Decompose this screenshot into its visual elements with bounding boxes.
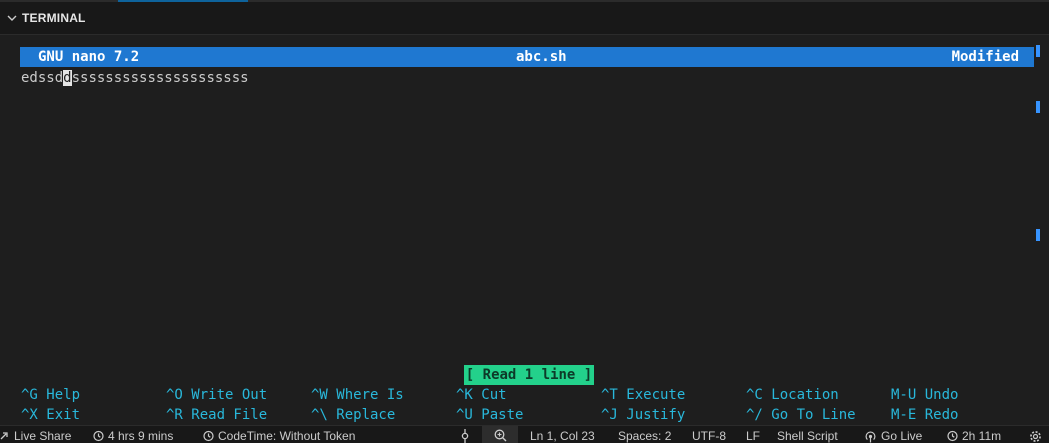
encoding[interactable]: UTF-8 [692, 428, 726, 443]
nano-version: GNU nano 7.2 [38, 49, 140, 65]
shortcut-exit: ^X Exit [21, 407, 81, 423]
settings-item[interactable] [1029, 428, 1046, 443]
line-text-before-cursor: edssd [21, 70, 64, 86]
text-cursor: d [63, 70, 72, 86]
live-share-icon [0, 432, 8, 440]
indentation[interactable]: Spaces: 2 [618, 428, 671, 443]
shortcut-go-to-line: ^/ Go To Line [746, 407, 856, 423]
nano-modified-status: Modified [951, 49, 1019, 65]
shortcut-replace: ^\ Replace [311, 407, 396, 423]
shortcut-where-is: ^W Where Is [311, 387, 404, 403]
shortcut-location: ^C Location [746, 387, 839, 403]
codetime-item[interactable]: CodeTime: Without Token [202, 428, 355, 443]
zoom-button[interactable] [482, 426, 518, 443]
scroll-marker [1036, 229, 1040, 241]
end-of-line[interactable]: LF [746, 428, 760, 443]
panel-title: TERMINAL [22, 11, 86, 25]
shortcut-help: ^G Help [21, 387, 81, 403]
status-bar: Live Share 4 hrs 9 mins CodeTime: Withou… [0, 425, 1049, 443]
session-time-label: 2h 11m [962, 429, 1002, 443]
git-commit-item[interactable] [459, 428, 475, 443]
zoom-in-icon [494, 429, 506, 441]
nano-filename: abc.sh [516, 49, 567, 65]
editor-line[interactable]: edssddsssssssssssssssssssss [21, 69, 249, 87]
history-icon [93, 430, 104, 442]
terminal-area[interactable]: GNU nano 7.2 abc.sh Modified edssddsssss… [0, 35, 1049, 425]
shortcut-undo: M-U Undo [891, 387, 959, 403]
go-live-item[interactable]: Go Live [864, 428, 922, 443]
broadcast-icon [865, 430, 876, 442]
shortcut-justify: ^J Justify [601, 407, 686, 423]
live-share-item[interactable]: Live Share [0, 428, 71, 443]
nano-title-bar: GNU nano 7.2 abc.sh Modified [20, 47, 1034, 67]
git-commit-icon [461, 429, 469, 443]
nano-status-message: [ Read 1 line ] [464, 365, 594, 385]
chevron-down-icon[interactable] [6, 12, 18, 24]
shortcut-cut: ^K Cut [456, 387, 507, 403]
hours-label: 4 hrs 9 mins [108, 429, 174, 443]
line-text-after-cursor: sssssssssssssssssssss [71, 70, 249, 86]
terminal-scrollbar[interactable] [1036, 35, 1040, 425]
shortcut-write-out: ^O Write Out [166, 387, 268, 403]
session-time-item[interactable]: 2h 11m [946, 428, 1001, 443]
shortcut-paste: ^U Paste [456, 407, 524, 423]
history-icon [203, 430, 214, 442]
shortcut-redo: M-E Redo [891, 407, 959, 423]
time-tracker-item[interactable]: 4 hrs 9 mins [92, 428, 173, 443]
scroll-marker [1036, 101, 1040, 113]
codetime-label: CodeTime: Without Token [218, 429, 356, 443]
scroll-marker [1036, 45, 1040, 57]
shortcut-execute: ^T Execute [601, 387, 686, 403]
terminal-panel-header[interactable]: TERMINAL [0, 2, 1049, 35]
go-live-label: Go Live [881, 429, 923, 443]
shortcut-read-file: ^R Read File [166, 407, 268, 423]
language-mode[interactable]: Shell Script [777, 428, 838, 443]
live-share-label: Live Share [14, 429, 72, 443]
cursor-position[interactable]: Ln 1, Col 23 [530, 428, 595, 443]
gear-icon [1030, 430, 1041, 442]
history-icon [947, 430, 958, 442]
